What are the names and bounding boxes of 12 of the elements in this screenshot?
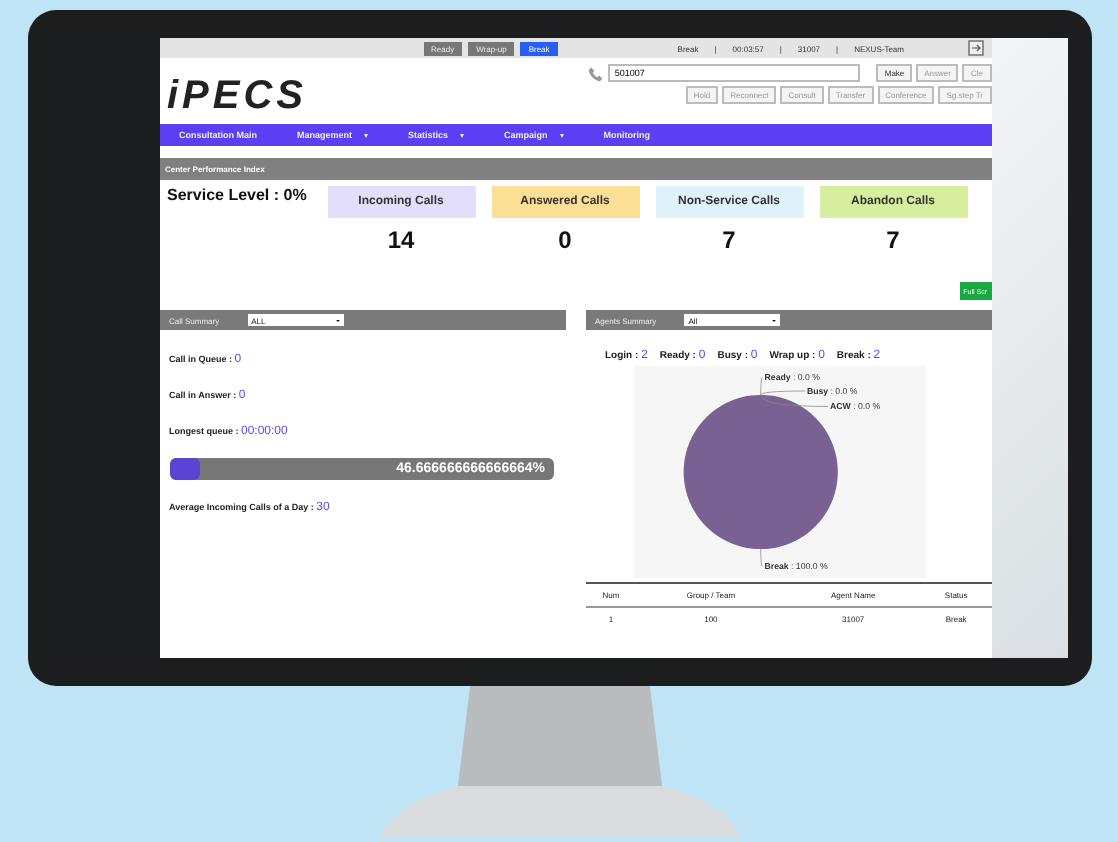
leader-line [759,548,763,567]
dropdown-caret-icon [460,133,465,137]
ipecs-logo: iPECS [167,76,308,116]
metric-value: 14 [387,226,415,254]
metric-value: 7 [886,226,900,254]
metric-value: 7 [722,226,736,254]
metric-value: 0 [558,226,572,254]
exit-icon[interactable] [967,40,983,56]
dropdown-caret-icon [559,133,564,137]
dropdown-caret-icon [364,133,369,137]
service-level-text: Service Level : 0% [167,186,309,204]
phone-icon [588,65,605,81]
